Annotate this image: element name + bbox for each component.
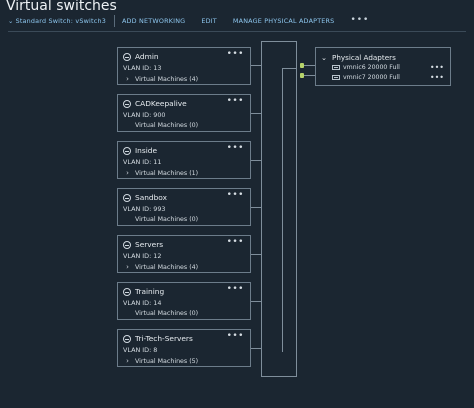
port-group-link <box>251 348 261 349</box>
virtual-machines-toggle[interactable]: › Virtual Machines (4) <box>123 263 198 271</box>
virtual-switch-bar <box>261 41 297 377</box>
virtual-machines-count: Virtual Machines (5) <box>135 357 199 365</box>
adapter-label: vmnic6 20000 Full <box>343 64 400 71</box>
switch-toolbar: ⌄ Standard Switch: vSwitch3 ADD NETWORKI… <box>8 14 369 28</box>
port-group-card[interactable]: Inside ••• VLAN ID: 11 › Virtual Machines… <box>117 141 251 179</box>
adapter-label: vmnic7 20000 Full <box>343 74 400 81</box>
port-group-menu-button[interactable]: ••• <box>227 190 244 200</box>
port-group-menu-button[interactable]: ••• <box>227 143 244 153</box>
vlan-id: VLAN ID: 11 <box>123 158 162 166</box>
port-group-link <box>251 207 261 208</box>
virtual-machines-toggle[interactable]: › Virtual Machines (4) <box>123 75 198 83</box>
physical-adapters-card[interactable]: ⌄ Physical Adapters vmnic6 20000 Full •••… <box>315 47 451 86</box>
network-globe-icon <box>123 52 131 61</box>
port-group-card[interactable]: Admin ••• VLAN ID: 13 › Virtual Machines … <box>117 47 251 85</box>
chevron-right-icon: › <box>126 169 129 177</box>
toolbar-divider <box>113 15 115 27</box>
switch-label: Standard Switch: vSwitch3 <box>15 17 106 25</box>
virtual-machines-label: Virtual Machines (0) <box>123 216 198 223</box>
virtual-machines-label: Virtual Machines (0) <box>123 122 198 129</box>
chevron-right-icon: › <box>126 263 129 271</box>
vlan-id: VLAN ID: 8 <box>123 346 158 354</box>
virtual-machines-count: Virtual Machines (1) <box>135 169 199 177</box>
port-group-card[interactable]: Sandbox ••• VLAN ID: 993 Virtual Machine… <box>117 188 251 226</box>
more-actions-button[interactable]: ••• <box>350 15 369 25</box>
virtual-machines-count: Virtual Machines (4) <box>135 75 199 83</box>
vlan-id: VLAN ID: 993 <box>123 205 166 213</box>
manage-physical-adapters-button[interactable]: MANAGE PHYSICAL ADAPTERS <box>233 17 335 25</box>
port-group-card[interactable]: CADKeepalive ••• VLAN ID: 900 Virtual Ma… <box>117 94 251 132</box>
adapter-menu-button[interactable]: ••• <box>430 73 444 82</box>
network-globe-icon <box>123 240 131 249</box>
chevron-right-icon: › <box>126 357 129 365</box>
port-group-name: Servers <box>135 240 164 249</box>
port-group-link <box>251 113 261 114</box>
port-group-link <box>251 301 261 302</box>
virtual-machines-toggle[interactable]: › Virtual Machines (1) <box>123 169 198 177</box>
port-group-menu-button[interactable]: ••• <box>227 96 244 106</box>
add-networking-button[interactable]: ADD NETWORKING <box>122 17 185 25</box>
virtual-machines-count: Virtual Machines (4) <box>135 263 199 271</box>
vlan-id: VLAN ID: 13 <box>123 64 162 72</box>
virtual-machines-toggle[interactable]: › Virtual Machines (5) <box>123 357 198 365</box>
network-adapter-icon <box>332 75 340 80</box>
chevron-right-icon: › <box>126 75 129 83</box>
adapter-item: vmnic7 20000 Full <box>332 74 400 81</box>
port-group-link <box>251 254 261 255</box>
virtual-machines-label: Virtual Machines (0) <box>123 310 198 317</box>
adapter-menu-button[interactable]: ••• <box>430 63 444 72</box>
port-group-menu-button[interactable]: ••• <box>227 49 244 59</box>
port-group-menu-button[interactable]: ••• <box>227 237 244 247</box>
vlan-id: VLAN ID: 900 <box>123 111 166 119</box>
port-group-card[interactable]: Tri-Tech-Servers ••• VLAN ID: 8 › Virtual… <box>117 329 251 367</box>
network-globe-icon <box>123 99 131 108</box>
network-globe-icon <box>123 193 131 202</box>
port-group-name: Tri-Tech-Servers <box>135 334 193 343</box>
network-globe-icon <box>123 334 131 343</box>
port-group-name: Training <box>135 287 165 296</box>
port-group-name: Inside <box>135 146 158 155</box>
adapter-link <box>304 65 315 66</box>
adapter-item: vmnic6 20000 Full <box>332 64 400 71</box>
port-group-menu-button[interactable]: ••• <box>227 284 244 294</box>
network-globe-icon <box>123 287 131 296</box>
virtual-machines-count: Virtual Machines (0) <box>135 310 199 317</box>
port-group-name: CADKeepalive <box>135 99 187 108</box>
toolbar-divider-line <box>8 31 466 32</box>
physical-adapters-title: Physical Adapters <box>332 53 396 62</box>
virtual-machines-count: Virtual Machines (0) <box>135 122 199 129</box>
physical-adapters-toggle[interactable]: ⌄ Physical Adapters <box>321 53 396 62</box>
virtual-machines-count: Virtual Machines (0) <box>135 216 199 223</box>
port-group-card[interactable]: Servers ••• VLAN ID: 12 › Virtual Machine… <box>117 235 251 273</box>
uplink-connector <box>282 68 297 69</box>
network-globe-icon <box>123 146 131 155</box>
port-group-name: Sandbox <box>135 193 167 202</box>
port-group-menu-button[interactable]: ••• <box>227 331 244 341</box>
switch-selector[interactable]: ⌄ Standard Switch: vSwitch3 <box>8 17 106 25</box>
port-group-name: Admin <box>135 52 159 61</box>
port-group-link <box>251 160 261 161</box>
vlan-id: VLAN ID: 14 <box>123 299 162 307</box>
uplink-line <box>282 68 283 352</box>
vlan-id: VLAN ID: 12 <box>123 252 162 260</box>
chevron-down-icon: ⌄ <box>8 17 14 25</box>
page-title: Virtual switches <box>6 0 117 14</box>
edit-button[interactable]: EDIT <box>201 17 217 25</box>
network-adapter-icon <box>332 65 340 70</box>
port-group-card[interactable]: Training ••• VLAN ID: 14 Virtual Machine… <box>117 282 251 320</box>
adapter-link <box>304 75 315 76</box>
port-group-link <box>251 65 261 66</box>
chevron-down-icon: ⌄ <box>321 53 328 62</box>
